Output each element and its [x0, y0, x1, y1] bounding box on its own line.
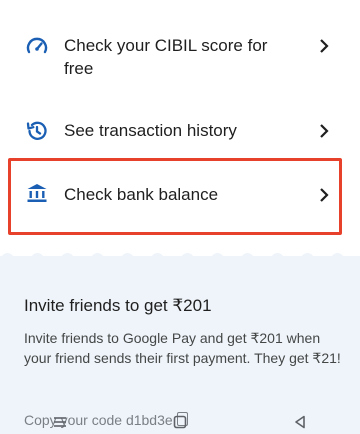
cibil-score-row[interactable]: Check your CIBIL score for free [0, 26, 360, 90]
system-nav-bar [0, 410, 360, 434]
speedometer-icon [24, 34, 50, 60]
transaction-history-label: See transaction history [64, 121, 237, 140]
home-button[interactable] [160, 410, 200, 434]
back-button[interactable] [280, 410, 320, 434]
transaction-history-row[interactable]: See transaction history [0, 98, 360, 162]
square-icon [173, 415, 187, 429]
cibil-score-label: Check your CIBIL score for free [64, 36, 268, 78]
wave-divider [0, 253, 360, 270]
highlight-box [8, 158, 342, 235]
recents-button[interactable] [40, 410, 80, 434]
chevron-right-icon [318, 123, 330, 139]
menu-lines-icon [54, 417, 66, 427]
history-icon [24, 118, 50, 144]
invite-title: Invite friends to get ₹201 [24, 296, 212, 315]
chevron-right-icon [318, 38, 330, 54]
invite-description: Invite friends to Google Pay and get ₹20… [24, 330, 341, 366]
back-triangle-icon [295, 415, 305, 429]
